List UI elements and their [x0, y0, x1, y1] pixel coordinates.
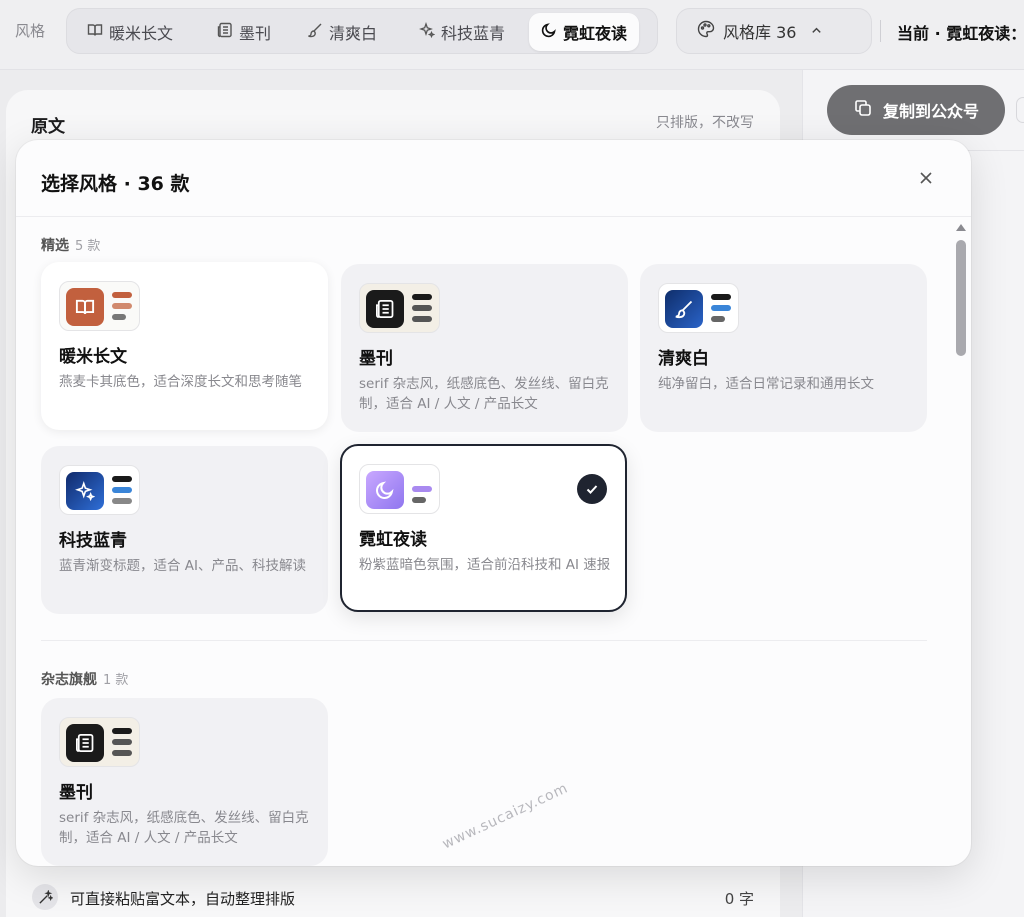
- style-name: 墨刊: [59, 783, 93, 803]
- section-header-magazine: 杂志旗舰 1 款: [41, 669, 128, 689]
- dialog-scrollbar[interactable]: [954, 224, 968, 860]
- more-button[interactable]: [1016, 97, 1024, 123]
- tab-label: 清爽白: [329, 24, 378, 43]
- book-icon: [66, 288, 104, 326]
- style-preview-thumb: [359, 283, 440, 333]
- close-icon: [918, 170, 934, 190]
- tab-tech-blue[interactable]: 科技蓝青: [407, 13, 517, 51]
- sparkle-icon: [419, 22, 436, 42]
- moon-icon: [541, 22, 557, 42]
- tab-label: 暖米长文: [109, 24, 174, 43]
- style-preview-thumb: [359, 464, 440, 514]
- panel-note: 只排版，不改写: [656, 115, 754, 131]
- section-count: 1 款: [103, 673, 129, 688]
- word-count: 0 字: [724, 890, 754, 908]
- style-card-ink-journal-magazine[interactable]: 墨刊 serif 杂志风，纸感底色、发丝线、留白克制，适合 AI / 人文 / …: [41, 698, 328, 866]
- style-card-neon-night[interactable]: 霓虹夜读 粉紫蓝暗色氛围，适合前沿科技和 AI 速报: [340, 444, 627, 612]
- tab-clean-white[interactable]: 清爽白: [295, 13, 389, 51]
- style-library-label: 风格库 36: [723, 23, 797, 42]
- divider: [880, 20, 881, 42]
- scroll-up-arrow-icon[interactable]: [956, 224, 966, 231]
- style-preview-thumb: [59, 281, 140, 331]
- panel-title: 原文: [31, 117, 65, 137]
- current-style-label: 当前 · 霓虹夜读：: [897, 24, 1024, 43]
- paste-hint: 可直接粘贴富文本，自动整理排版: [70, 890, 296, 908]
- tab-label: 科技蓝青: [441, 24, 506, 43]
- dialog-header: 选择风格 · 36 款: [16, 140, 971, 217]
- chevron-up-icon: [810, 22, 823, 41]
- style-name: 霓虹夜读: [359, 530, 427, 550]
- style-library-button[interactable]: 风格库 36: [676, 8, 872, 54]
- tab-ink-journal[interactable]: 墨刊: [205, 13, 283, 51]
- selected-check-icon: [577, 474, 607, 504]
- section-title: 精选: [41, 238, 69, 254]
- section-header-featured: 精选 5 款: [41, 235, 100, 255]
- palette-icon: [697, 20, 715, 42]
- tab-label: 霓虹夜读: [563, 24, 628, 43]
- section-count: 5 款: [75, 239, 101, 254]
- style-preview-thumb: [59, 717, 140, 767]
- tab-warm-longform[interactable]: 暖米长文: [75, 13, 185, 51]
- style-tab-group: 暖米长文 墨刊 清爽白 科技蓝青 霓虹夜读: [66, 8, 658, 54]
- style-card-clean-white[interactable]: 清爽白 纯净留白，适合日常记录和通用长文: [640, 264, 927, 432]
- top-bar: 风格 暖米长文 墨刊 清爽白 科技蓝青 霓虹夜读 风格库 36 当前 · 霓虹夜…: [0, 0, 1024, 70]
- newspaper-icon: [217, 22, 233, 42]
- style-card-ink-journal[interactable]: 墨刊 serif 杂志风，纸感底色、发丝线、留白克制，适合 AI / 人文 / …: [341, 264, 628, 432]
- style-name: 暖米长文: [59, 347, 127, 367]
- copy-to-wechat-button[interactable]: 复制到公众号: [827, 85, 1005, 135]
- tab-label: 墨刊: [239, 24, 272, 43]
- style-label: 风格: [15, 22, 46, 40]
- copy-icon: [853, 98, 873, 122]
- editor-status-bar: 可直接粘贴富文本，自动整理排版 0 字: [6, 880, 780, 917]
- dialog-title: 选择风格 · 36 款: [41, 173, 190, 195]
- style-picker-dialog: 选择风格 · 36 款 精选 5 款 暖米长文 燕麦卡其底色，适合深度长文和思考随…: [16, 140, 971, 866]
- scrollbar-thumb[interactable]: [956, 240, 966, 356]
- style-preview-thumb: [59, 465, 140, 515]
- newspaper-icon: [366, 290, 404, 328]
- magic-wand-icon: [32, 884, 58, 910]
- style-description: serif 杂志风，纸感底色、发丝线、留白克制，适合 AI / 人文 / 产品长…: [359, 376, 609, 412]
- style-name: 墨刊: [359, 349, 393, 369]
- sparkle-icon: [66, 472, 104, 510]
- book-icon: [87, 22, 103, 42]
- section-title: 杂志旗舰: [41, 672, 97, 688]
- style-description: serif 杂志风，纸感底色、发丝线、留白克制，适合 AI / 人文 / 产品长…: [59, 810, 309, 846]
- moon-icon: [366, 471, 404, 509]
- style-card-tech-blue[interactable]: 科技蓝青 蓝青渐变标题，适合 AI、产品、科技解读: [41, 446, 328, 614]
- style-card-warm-longform[interactable]: 暖米长文 燕麦卡其底色，适合深度长文和思考随笔: [41, 262, 328, 430]
- style-description: 蓝青渐变标题，适合 AI、产品、科技解读: [59, 558, 307, 574]
- style-description: 粉紫蓝暗色氛围，适合前沿科技和 AI 速报: [359, 557, 611, 573]
- copy-button-label: 复制到公众号: [882, 102, 979, 121]
- section-divider: [41, 640, 927, 641]
- style-name: 清爽白: [658, 349, 709, 369]
- style-preview-thumb: [658, 283, 739, 333]
- close-button[interactable]: [916, 170, 936, 190]
- style-description: 燕麦卡其底色，适合深度长文和思考随笔: [59, 374, 302, 390]
- style-description: 纯净留白，适合日常记录和通用长文: [658, 376, 874, 392]
- brush-icon: [665, 290, 703, 328]
- style-name: 科技蓝青: [59, 531, 127, 551]
- newspaper-icon: [66, 724, 104, 762]
- tab-neon-night[interactable]: 霓虹夜读: [529, 13, 640, 51]
- brush-icon: [307, 22, 323, 42]
